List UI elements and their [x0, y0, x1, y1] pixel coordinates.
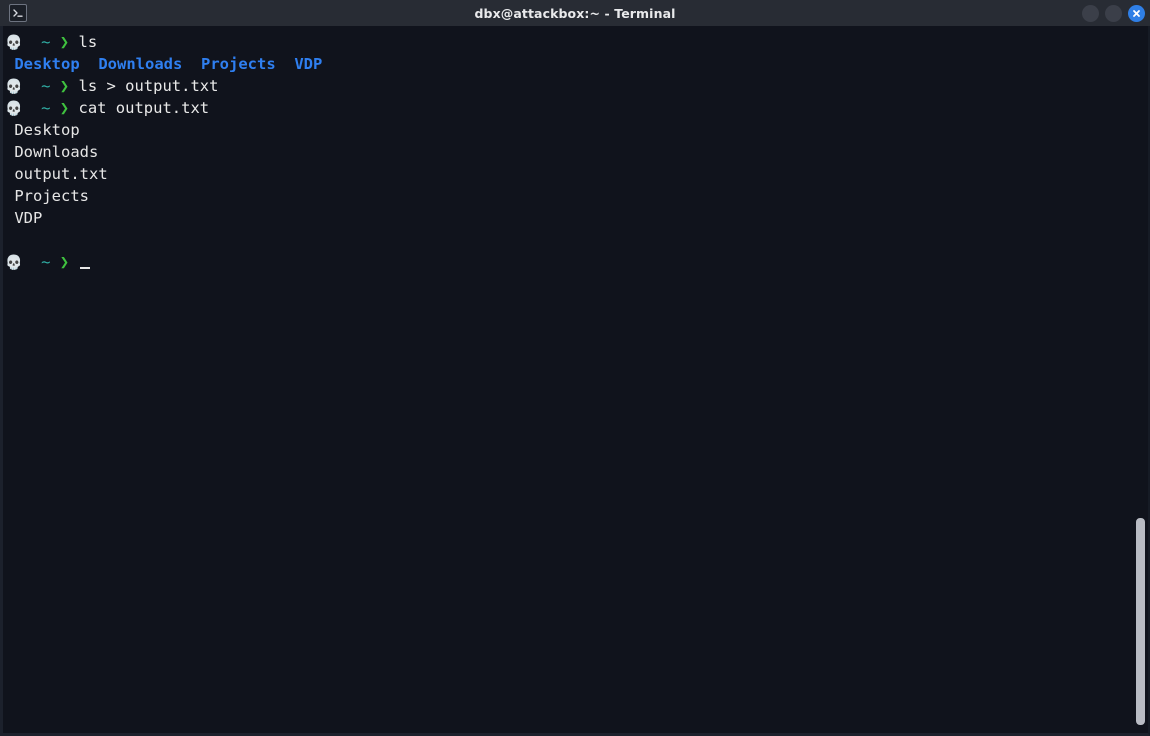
terminal-command: cat output.txt: [78, 99, 209, 117]
window-controls: [1082, 0, 1145, 26]
spacer: [276, 55, 295, 73]
prompt-skull-icon: 💀: [5, 255, 22, 271]
terminal-blank-line: [5, 229, 1148, 251]
output-text: Projects: [5, 187, 89, 205]
maximize-button[interactable]: [1105, 5, 1122, 22]
directory-entry: VDP: [294, 55, 322, 73]
terminal-output-line: VDP: [5, 207, 1148, 229]
spacer: [22, 77, 41, 95]
directory-entry: Desktop: [14, 55, 79, 73]
spacer: [69, 253, 78, 271]
terminal-window: dbx@attackbox:~ - Terminal 💀 ~ ❯ ls Desk…: [0, 0, 1150, 736]
terminal-command: ls > output.txt: [78, 77, 218, 95]
close-icon: [1131, 8, 1142, 19]
terminal-cursor: [80, 267, 90, 269]
terminal-prompt-line: 💀 ~ ❯: [5, 251, 1148, 273]
spacer: [22, 99, 41, 117]
prompt-skull-icon: 💀: [5, 101, 22, 117]
prompt-chevron-icon: ❯: [60, 99, 69, 117]
terminal-output-line: Projects: [5, 185, 1148, 207]
spacer: [182, 55, 201, 73]
scrollbar-thumb[interactable]: [1136, 518, 1145, 725]
spacer: [80, 55, 99, 73]
spacer: [50, 77, 59, 95]
ls-output-line: Desktop Downloads Projects VDP: [5, 53, 1148, 75]
prompt-chevron-icon: ❯: [60, 33, 69, 51]
terminal-output-line: output.txt: [5, 163, 1148, 185]
close-button[interactable]: [1128, 5, 1145, 22]
terminal-prompt-line: 💀 ~ ❯ ls > output.txt: [5, 75, 1148, 97]
output-text: output.txt: [5, 165, 108, 183]
output-text: Desktop: [5, 121, 80, 139]
spacer: [5, 231, 14, 249]
terminal-prompt-line: 💀 ~ ❯ cat output.txt: [5, 97, 1148, 119]
directory-entry: Downloads: [98, 55, 182, 73]
spacer: [22, 33, 41, 51]
terminal-body[interactable]: 💀 ~ ❯ ls Desktop Downloads Projects VDP💀…: [0, 26, 1150, 736]
terminal-output-line: Desktop: [5, 119, 1148, 141]
output-text: Downloads: [5, 143, 98, 161]
prompt-chevron-icon: ❯: [60, 77, 69, 95]
prompt-skull-icon: 💀: [5, 79, 22, 95]
prompt-skull-icon: 💀: [5, 35, 22, 51]
minimize-button[interactable]: [1082, 5, 1099, 22]
spacer: [50, 253, 59, 271]
terminal-prompt-line: 💀 ~ ❯ ls: [5, 31, 1148, 53]
output-text: VDP: [5, 209, 42, 227]
spacer: [50, 99, 59, 117]
terminal-icon: [9, 4, 27, 22]
spacer: [22, 253, 41, 271]
spacer: [50, 33, 59, 51]
title-bar[interactable]: dbx@attackbox:~ - Terminal: [0, 0, 1150, 26]
spacer: [5, 55, 14, 73]
prompt-chevron-icon: ❯: [60, 253, 69, 271]
terminal-screen[interactable]: 💀 ~ ❯ ls Desktop Downloads Projects VDP💀…: [3, 26, 1148, 733]
terminal-command: ls: [78, 33, 97, 51]
window-title: dbx@attackbox:~ - Terminal: [474, 6, 675, 21]
directory-entry: Projects: [201, 55, 276, 73]
scrollbar[interactable]: [1136, 26, 1145, 733]
terminal-output-line: Downloads: [5, 141, 1148, 163]
